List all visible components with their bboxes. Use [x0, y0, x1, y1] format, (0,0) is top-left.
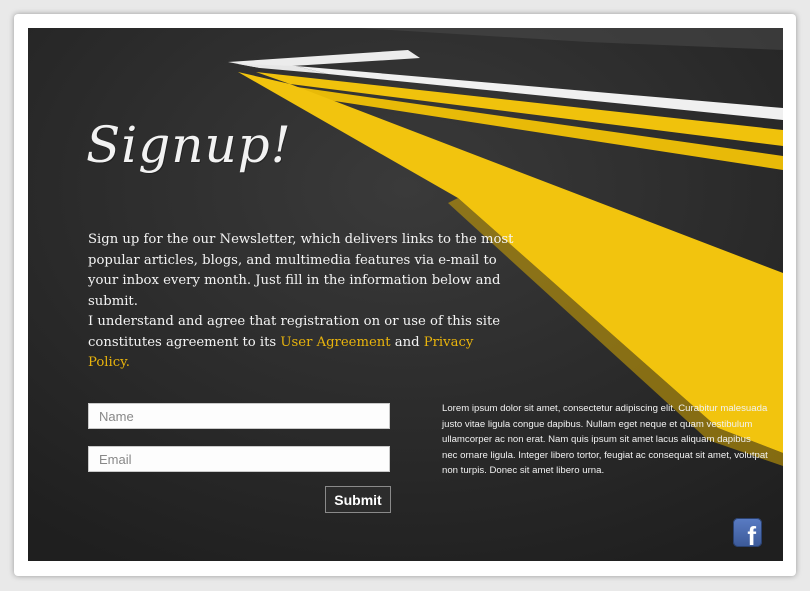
page-title: Signup!	[86, 116, 292, 174]
agreement-text: I understand and agree that registration…	[88, 312, 518, 374]
intro-text: Sign up for the our Newsletter, which de…	[88, 232, 514, 309]
sidebar-text: Lorem ipsum dolor sit amet, consectetur …	[442, 403, 768, 477]
hero-background: Signup! Sign up for the our Newsletter, …	[28, 28, 783, 561]
facebook-icon[interactable]: f	[733, 518, 762, 551]
submit-button[interactable]: Submit	[325, 486, 391, 513]
facebook-f-glyph: f	[747, 521, 756, 551]
agreement-and: and	[390, 334, 424, 350]
email-field[interactable]	[88, 446, 390, 472]
name-field[interactable]	[88, 403, 390, 429]
user-agreement-link[interactable]: User Agreement	[280, 335, 390, 350]
